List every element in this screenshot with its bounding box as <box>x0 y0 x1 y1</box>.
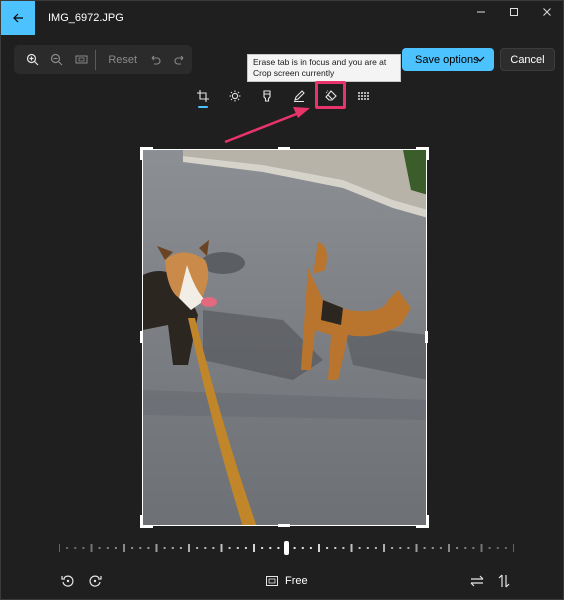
slider-tick <box>188 544 190 552</box>
slider-tick <box>456 547 459 549</box>
crop-handle-top-left[interactable] <box>140 147 153 160</box>
slider-tick <box>309 547 312 549</box>
aspect-ratio-button[interactable]: Free <box>266 571 308 591</box>
slider-tick <box>98 547 101 549</box>
slider-tick <box>179 547 182 549</box>
crop-handle-right[interactable] <box>425 331 428 343</box>
slider-tick <box>244 547 247 549</box>
slider-tick <box>114 547 117 549</box>
crop-handle-top[interactable] <box>278 147 290 150</box>
photos-editor-window: IMG_6972.JPG Reset Save options Cancel E… <box>0 0 564 600</box>
slider-tick <box>383 544 385 552</box>
slider-tick <box>82 547 85 549</box>
slider-tick <box>59 544 60 552</box>
rotate-right-icon <box>89 575 102 587</box>
slider-tick <box>163 547 166 549</box>
slider-tick <box>415 544 418 552</box>
flip-vertical-button[interactable] <box>493 570 515 592</box>
slider-tick <box>212 547 215 549</box>
slider-tick <box>439 547 442 549</box>
slider-tick <box>504 547 507 549</box>
slider-tick <box>326 547 329 549</box>
slider-tick <box>236 547 239 549</box>
photo-canvas[interactable] <box>142 149 427 526</box>
slider-tick <box>228 547 231 549</box>
slider-tick <box>196 547 199 549</box>
slider-tick <box>399 547 402 549</box>
rotate-left-button[interactable] <box>57 570 79 592</box>
crop-handle-bottom-left[interactable] <box>140 515 153 528</box>
slider-tick <box>277 547 280 549</box>
rotate-right-button[interactable] <box>84 570 106 592</box>
slider-tick <box>358 547 361 549</box>
slider-tick <box>464 547 467 549</box>
slider-tick <box>171 547 174 549</box>
rotate-left-icon <box>61 575 74 587</box>
slider-tick <box>139 547 142 549</box>
slider-tick <box>301 547 304 549</box>
slider-tick <box>293 547 296 549</box>
crop-handle-left[interactable] <box>140 331 143 343</box>
crop-handle-bottom-right[interactable] <box>416 515 429 528</box>
slider-tick <box>204 547 207 549</box>
photo-image <box>143 150 426 525</box>
slider-tick <box>480 544 483 552</box>
slider-tick <box>448 544 450 552</box>
slider-tick <box>472 547 475 549</box>
slider-tick <box>106 547 109 549</box>
crop-handle-bottom[interactable] <box>278 524 290 527</box>
rotation-slider-thumb[interactable] <box>284 541 289 555</box>
slider-tick <box>131 547 134 549</box>
slider-tick <box>334 547 337 549</box>
slider-tick <box>350 544 353 552</box>
flip-horizontal-button[interactable] <box>466 570 488 592</box>
slider-tick <box>488 547 491 549</box>
slider-tick <box>269 547 272 549</box>
slider-tick <box>66 547 69 549</box>
slider-tick <box>74 547 77 549</box>
aspect-ratio-label: Free <box>285 575 308 587</box>
slider-tick <box>431 547 434 549</box>
aspect-ratio-icon <box>266 576 278 586</box>
slider-tick <box>513 544 514 552</box>
slider-tick <box>391 547 394 549</box>
flip-horizontal-icon <box>470 575 484 587</box>
crop-handle-top-right[interactable] <box>416 147 429 160</box>
slider-tick <box>261 547 264 549</box>
slider-tick <box>407 547 410 549</box>
slider-tick <box>123 544 125 552</box>
slider-tick <box>342 547 345 549</box>
flip-vertical-icon <box>498 574 510 588</box>
slider-tick <box>496 547 499 549</box>
slider-tick <box>155 544 158 552</box>
slider-tick <box>253 544 255 552</box>
slider-tick <box>90 544 93 552</box>
slider-tick <box>318 544 320 552</box>
slider-tick <box>147 547 150 549</box>
slider-tick <box>374 547 377 549</box>
slider-tick <box>423 547 426 549</box>
slider-tick <box>366 547 369 549</box>
slider-tick <box>220 544 223 552</box>
